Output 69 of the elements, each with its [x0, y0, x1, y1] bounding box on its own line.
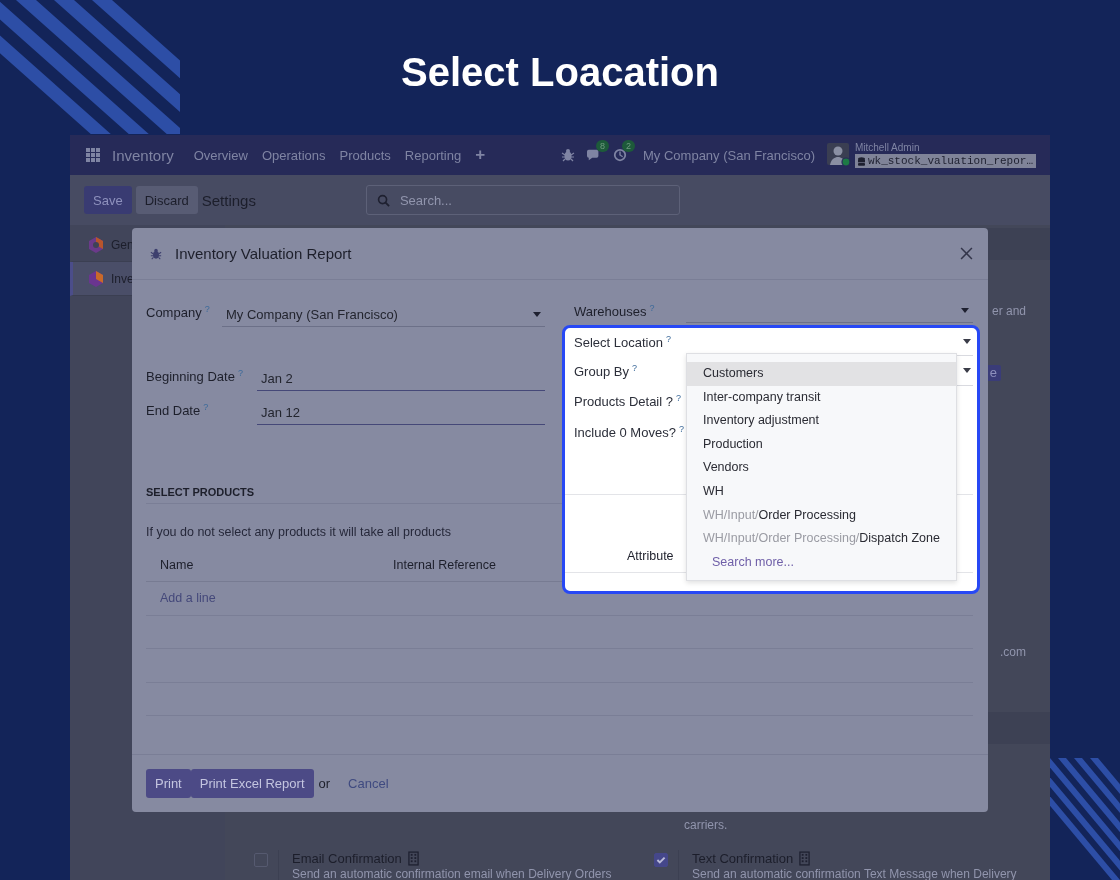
field-label: Select Location $^{?}$	[574, 333, 672, 351]
search-more-link[interactable]: Search more...	[687, 550, 956, 575]
database-icon	[857, 156, 865, 166]
clock-icon[interactable]	[613, 148, 627, 162]
hint-text: If you do not select any products it will take all products	[146, 524, 452, 541]
setting-description: Send an automatic confirmation email when Delivery Orders	[292, 867, 612, 880]
dialog-title: Inventory Valuation Report	[175, 245, 352, 262]
bug-icon[interactable]	[561, 148, 575, 162]
setting-text: .com	[1000, 644, 1026, 661]
save-button[interactable]: Save	[84, 186, 132, 214]
add-menu-button[interactable]: +	[475, 145, 486, 165]
message-count-badge: 8	[596, 140, 610, 152]
setting-description: carriers.	[684, 818, 728, 832]
user-name[interactable]: Mitchell Admin	[854, 142, 1036, 153]
add-line-link[interactable]: Add a line	[160, 591, 216, 606]
dropdown-option[interactable]: WH	[687, 479, 956, 504]
chat-icon[interactable]	[587, 148, 601, 162]
caret-icon	[533, 312, 541, 317]
search-icon	[376, 193, 390, 207]
building-icon	[407, 851, 419, 866]
app-logo-icon	[88, 270, 104, 287]
or-text: or	[318, 776, 331, 791]
field-label: Warehouses $^{?}$	[574, 302, 656, 320]
user-avatar[interactable]	[826, 143, 851, 167]
caret-icon	[963, 368, 971, 373]
field-label: Group By $^{?}$	[574, 362, 638, 380]
date-field[interactable]: Jan 12	[257, 401, 545, 425]
search-field[interactable]: Search...	[365, 185, 680, 215]
checkbox[interactable]	[654, 853, 668, 867]
database-name: wk_stock_valuation_repor…	[867, 154, 1033, 168]
dropdown-option[interactable]: Customers	[687, 362, 956, 386]
dropdown-option[interactable]: Production	[687, 432, 956, 457]
menu-item[interactable]: Products	[339, 147, 391, 163]
search-input[interactable]: Search...	[397, 191, 662, 209]
cancel-link[interactable]: Cancel	[348, 776, 389, 791]
close-icon[interactable]	[960, 247, 973, 260]
field-label: Include 0 Moves? $^{?}$	[574, 424, 685, 441]
discard-button[interactable]: Discard	[135, 186, 198, 214]
setting-text: er and	[991, 303, 1026, 320]
print-button[interactable]: Print	[146, 769, 191, 798]
company-switcher[interactable]: My Company (San Francisco)	[643, 147, 815, 163]
dropdown-option[interactable]: Inter-company transit	[687, 385, 956, 410]
column-header: Attribute	[627, 549, 674, 563]
field-label: Beginning Date $^{?}$	[146, 367, 244, 385]
caret-icon	[963, 339, 971, 344]
dropdown-option[interactable]: WH/Input/Order Processing/Dispatch Zone	[687, 527, 956, 551]
select-field[interactable]: My Company (San Francisco)	[222, 303, 545, 327]
field-label: Company $^{?}$	[146, 303, 211, 321]
building-icon	[799, 851, 811, 866]
print-excel-button[interactable]: Print Excel Report	[190, 769, 314, 798]
column-header: Name	[160, 558, 195, 572]
menu-item[interactable]: Overview	[193, 147, 248, 163]
setting-description: Send an automatic confirmation Text Message when Delivery	[692, 867, 1017, 880]
caret-icon	[961, 308, 969, 313]
dropdown-option[interactable]: Vendors	[687, 456, 956, 480]
field-label: End Date $^{?}$	[146, 401, 210, 419]
menu-item[interactable]: Reporting	[404, 147, 462, 163]
app-name[interactable]: Inventory	[112, 146, 174, 164]
app-logo-icon	[88, 236, 104, 253]
date-field[interactable]: Jan 2	[257, 367, 545, 391]
column-header: Internal Reference	[393, 558, 496, 572]
menu-item[interactable]: Operations	[261, 147, 326, 163]
dropdown-option[interactable]: WH/Input/Order Processing	[687, 503, 956, 528]
dropdown-option[interactable]: Inventory adjustment	[687, 409, 956, 433]
page-heading: Select Loacation	[401, 49, 719, 96]
bug-icon	[150, 247, 162, 260]
apps-grid-icon[interactable]	[86, 148, 100, 162]
activity-count-badge: 2	[622, 140, 636, 152]
field-label: Products Detail ? $^{?}$	[574, 393, 682, 410]
